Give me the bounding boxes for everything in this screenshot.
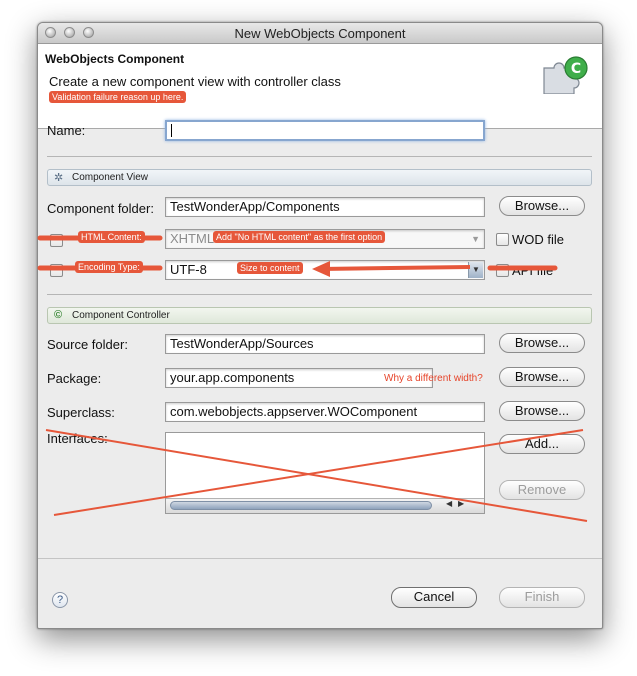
size-to-content-note: Size to content <box>237 262 303 274</box>
interfaces-cross-line-1 <box>53 429 584 516</box>
annotation-overlay <box>37 235 588 522</box>
arrow-head-icon <box>312 261 330 277</box>
package-width-note: Why a different width? <box>384 373 483 384</box>
annotation-strokes <box>37 235 588 522</box>
html-content-note: Add "No HTML content" as the first optio… <box>213 231 386 243</box>
interfaces-cross-line-2 <box>45 429 588 522</box>
html-content-annotation: HTML Content: <box>78 231 145 243</box>
size-arrow-shaft <box>319 265 471 271</box>
encoding-annotation: Encoding Type: <box>75 261 143 273</box>
